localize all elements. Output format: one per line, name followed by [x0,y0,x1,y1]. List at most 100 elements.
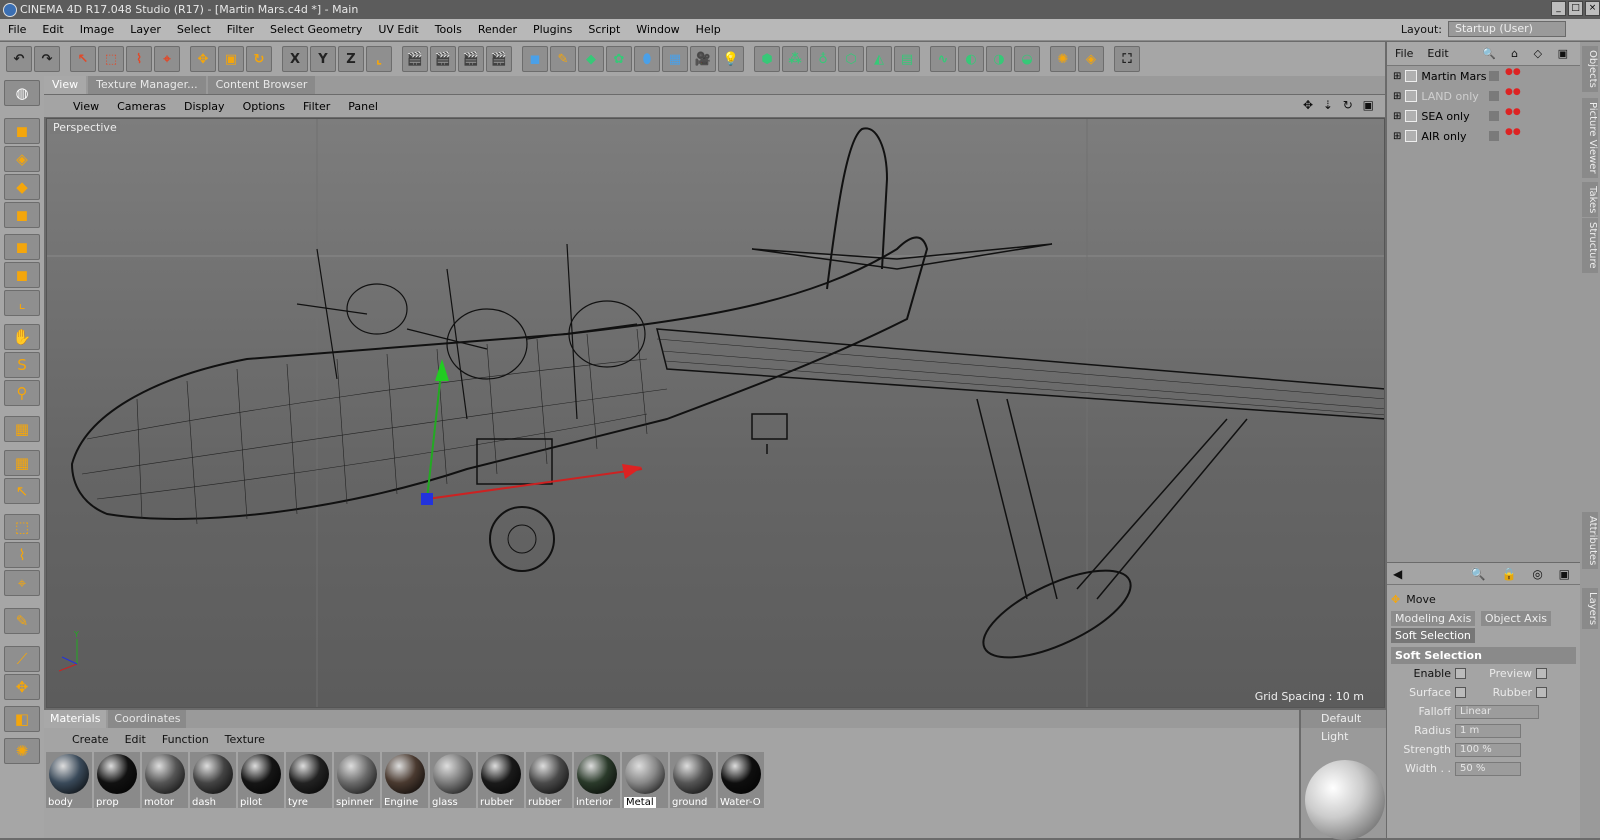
tweak-icon[interactable]: ✋ [4,324,40,350]
viewport-menu-options[interactable]: Options [234,100,294,113]
rectangle-selection-icon[interactable]: ⬚ [98,46,124,72]
side-tab-layers[interactable]: Layers [1582,588,1598,630]
menu-layer[interactable]: Layer [122,23,169,36]
layer-icon[interactable] [1489,71,1499,81]
menu-filter[interactable]: Filter [219,23,262,36]
move-icon[interactable]: ✥ [190,46,216,72]
material-swatch[interactable]: Water-O [718,752,764,808]
camera-icon[interactable]: 🎥 [690,46,716,72]
mograph-tool-icon[interactable]: ✺ [4,738,40,764]
edges-icon[interactable]: ◼ [4,234,40,260]
menu-script[interactable]: Script [580,23,628,36]
symmetry-icon[interactable]: ◒ [1014,46,1040,72]
poly-select-icon[interactable]: ⌖ [4,570,40,596]
nurbs-icon[interactable]: ◐ [958,46,984,72]
expand-icon[interactable]: ⊞ [1393,111,1401,122]
preview-checkbox[interactable] [1536,668,1547,679]
points-mode-icon[interactable]: ⁂ [782,46,808,72]
material-swatch[interactable]: spinner [334,752,380,808]
tab-coordinates[interactable]: Coordinates [108,710,187,728]
scale-icon[interactable]: ▣ [218,46,244,72]
viewport-menu-cameras[interactable]: Cameras [108,100,175,113]
viewport-menu-view[interactable]: View [64,100,108,113]
redo-icon[interactable]: ↷ [34,46,60,72]
lasso-selection-icon[interactable]: ⌇ [126,46,152,72]
falloff-dropdown[interactable]: Linear [1455,704,1539,719]
object-row[interactable]: ⊞ SEA only ●● [1387,106,1580,126]
minimize-button[interactable]: _ [1551,1,1566,16]
layer-icon[interactable] [1489,131,1499,141]
tab-texture-manager[interactable]: Texture Manager... [88,76,206,94]
material-swatch[interactable]: Metal [622,752,668,808]
material-swatch[interactable]: rubber [478,752,524,808]
side-tab-picture-viewer[interactable]: Picture Viewer [1582,98,1598,178]
restore-button[interactable]: □ [1568,1,1583,16]
radius-field[interactable]: 1 m [1455,723,1521,738]
paint-icon[interactable]: ◧ [4,706,40,732]
material-swatch[interactable]: glass [430,752,476,808]
layer-icon[interactable] [1489,111,1499,121]
layout-dropdown[interactable]: Startup (User) [1448,21,1566,37]
workplane-icon[interactable]: ◆ [4,174,40,200]
visibility-dots-icon[interactable]: ●● [1505,128,1521,140]
cube-icon[interactable]: ◼ [522,46,548,72]
mograph-icon[interactable]: ✺ [1050,46,1076,72]
boole-icon[interactable]: ◑ [986,46,1012,72]
side-tab-takes[interactable]: Takes [1582,182,1598,218]
material-swatch[interactable]: dash [190,752,236,808]
polygon-object-icon[interactable]: ⬢ [754,46,780,72]
menu-help[interactable]: Help [688,23,729,36]
material-menu-edit[interactable]: Edit [117,733,154,746]
magnet-icon[interactable]: ⚲ [4,380,40,406]
cloner-icon[interactable]: ✿ [606,46,632,72]
visibility-dots-icon[interactable]: ●● [1505,88,1521,100]
edges-mode-icon[interactable]: ♁ [810,46,836,72]
menu-uv-edit[interactable]: UV Edit [370,23,426,36]
menu-tools[interactable]: Tools [427,23,470,36]
strength-field[interactable]: 100 % [1455,742,1521,757]
viewport-perspective[interactable]: Perspective Y Grid Spacing: 10 m [46,118,1385,708]
polygons-icon[interactable]: ◼ [4,262,40,288]
side-tab-attributes[interactable]: Attributes [1582,512,1598,570]
material-swatch[interactable]: interior [574,752,620,808]
side-tab-objects[interactable]: Objects [1582,46,1598,92]
layer-icon[interactable] [1489,91,1499,101]
material-swatch[interactable]: body [46,752,92,808]
menu-file[interactable]: File [0,23,34,36]
coordinate-system-icon[interactable]: ⌞ [366,46,392,72]
menu-edit[interactable]: Edit [34,23,71,36]
object-mode-icon[interactable]: ◼ [4,118,40,144]
render-picture-viewer-icon[interactable]: 🎬 [430,46,456,72]
spline-icon[interactable]: ∿ [930,46,956,72]
undo-icon[interactable]: ↶ [6,46,32,72]
surface-checkbox[interactable] [1455,687,1466,698]
uv-mode-icon[interactable]: ◭ [866,46,892,72]
material-menu-texture[interactable]: Texture [217,733,273,746]
object-row[interactable]: ⊞ LAND only ●● [1387,86,1580,106]
tab-object-axis[interactable]: Object Axis [1480,611,1552,626]
material-swatch[interactable]: tyre [286,752,332,808]
enable-checkbox[interactable] [1455,668,1466,679]
tab-content-browser[interactable]: Content Browser [207,76,316,94]
expand-icon[interactable]: ⊞ [1393,131,1401,142]
render-view-icon[interactable]: 🎬 [402,46,428,72]
render-settings-icon[interactable]: 🎬 [458,46,484,72]
rubber-checkbox[interactable] [1536,687,1547,698]
texture-mode-icon[interactable]: ▤ [894,46,920,72]
rect-select-icon[interactable]: ⬚ [4,514,40,540]
polygons-mode-icon[interactable]: ⬡ [838,46,864,72]
obj-menu-file[interactable]: File [1395,47,1413,60]
z-axis-icon[interactable]: Z [338,46,364,72]
fullscreen-icon[interactable]: ⛶ [1114,46,1140,72]
tab-modeling-axis[interactable]: Modeling Axis [1391,611,1476,626]
subdivision-icon[interactable]: ◆ [578,46,604,72]
light-icon[interactable]: 💡 [718,46,744,72]
viewport-menu-panel[interactable]: Panel [339,100,387,113]
tab-soft-selection[interactable]: Soft Selection [1391,628,1475,643]
tab-materials[interactable]: Materials [44,710,107,728]
edit-render-settings-icon[interactable]: 🎬 [486,46,512,72]
viewport-nav-icons[interactable]: ✥ ⇣ ↻ ▣ [1303,98,1377,112]
width-field[interactable]: 50 % [1455,761,1521,776]
floor-icon[interactable]: ▦ [662,46,688,72]
eyedropper-icon[interactable]: ⟋ [4,646,40,672]
